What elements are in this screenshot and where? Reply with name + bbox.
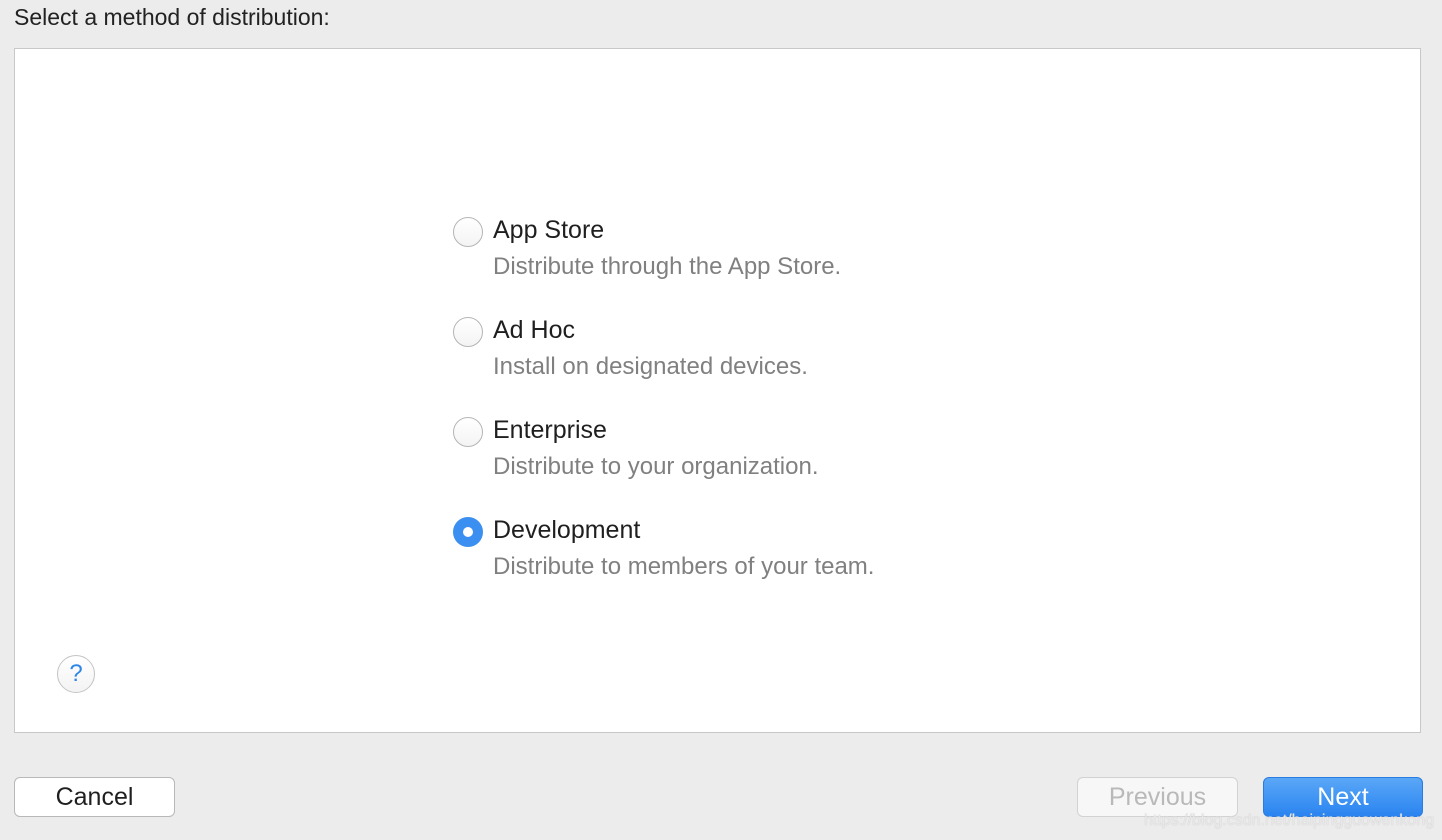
next-button[interactable]: Next [1263,777,1423,817]
option-description: Distribute through the App Store. [493,253,842,280]
option-development[interactable]: Development Distribute to members of you… [453,514,1153,614]
watermark: https://blog.csdn.net/haipingguowenkong [1144,812,1434,829]
help-button[interactable]: ? [57,655,95,693]
previous-button[interactable]: Previous [1077,777,1238,817]
option-app-store[interactable]: App Store Distribute through the App Sto… [453,214,1153,314]
distribution-panel: App Store Distribute through the App Sto… [14,48,1421,733]
radio-enterprise[interactable] [453,417,483,447]
option-label: Ad Hoc [493,316,575,344]
option-label: App Store [493,216,605,244]
option-label: Development [493,516,641,544]
option-description: Distribute to members of your team. [493,553,875,580]
radio-development[interactable] [453,517,483,547]
distribution-options: App Store Distribute through the App Sto… [453,214,1153,614]
page-title: Select a method of distribution: [14,4,330,30]
radio-ad-hoc[interactable] [453,317,483,347]
option-label: Enterprise [493,416,607,444]
option-ad-hoc[interactable]: Ad Hoc Install on designated devices. [453,314,1153,414]
option-description: Distribute to your organization. [493,453,819,480]
radio-app-store[interactable] [453,217,483,247]
option-description: Install on designated devices. [493,353,808,380]
question-mark-icon: ? [69,660,83,687]
cancel-button[interactable]: Cancel [14,777,175,817]
option-enterprise[interactable]: Enterprise Distribute to your organizati… [453,414,1153,514]
